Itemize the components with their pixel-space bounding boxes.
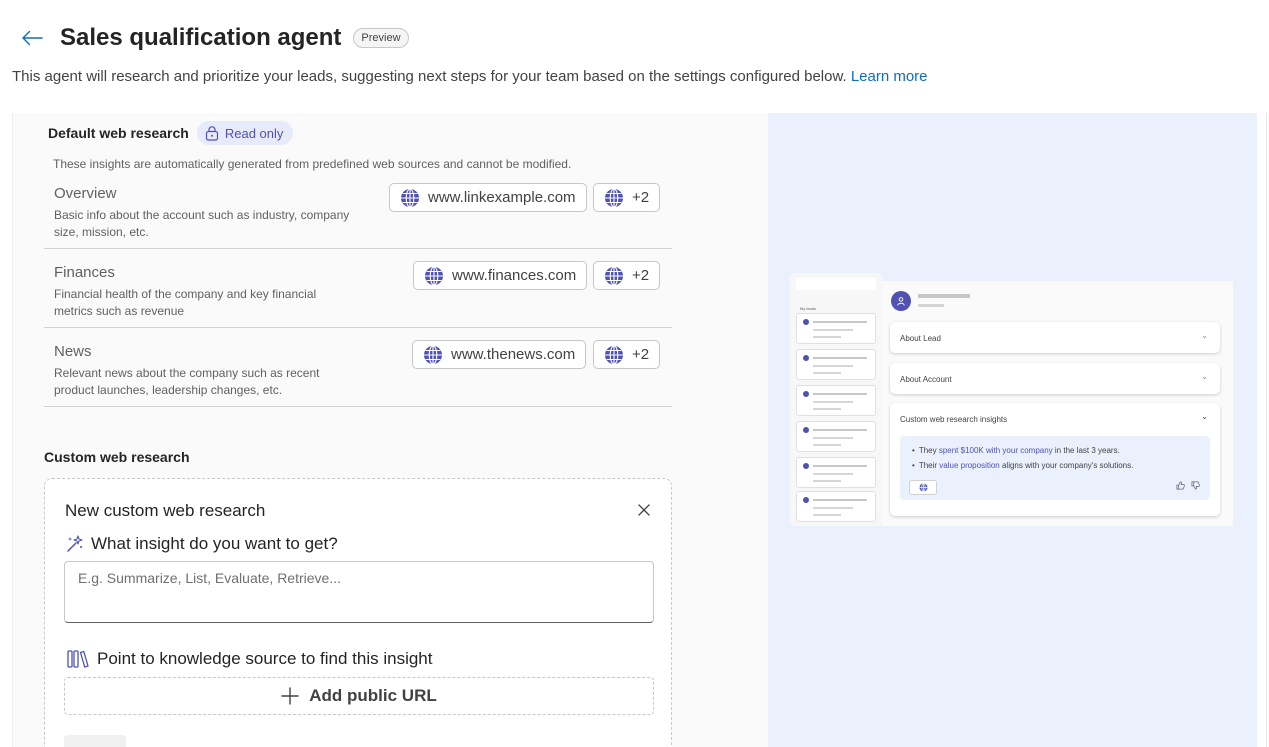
- close-button[interactable]: [635, 501, 653, 519]
- insight-bullet: Their value proposition aligns with your…: [912, 458, 1134, 473]
- read-only-badge: Read only: [196, 121, 294, 145]
- card-header: About Account: [900, 375, 952, 384]
- source-url-chip[interactable]: www.linkexample.com: [389, 183, 587, 212]
- lead-preview-illustration: My leads About Lead ⌄ About Account ⌄ Cu…: [790, 273, 1233, 526]
- preview-name-line: [918, 294, 970, 298]
- row-name: Finances: [54, 264, 115, 281]
- default-research-header: Default web research Read only: [48, 121, 294, 145]
- learn-more-link[interactable]: Learn more: [851, 68, 928, 85]
- preview-lead-item: [796, 491, 876, 522]
- avatar: [891, 291, 911, 311]
- add-url-label: Add public URL: [309, 686, 437, 705]
- row-info: Relevant news about the company such as …: [54, 366, 320, 397]
- globe-icon: [604, 344, 624, 365]
- card-title: New custom web research: [65, 501, 266, 520]
- description-text: This agent will research and prioritize …: [12, 68, 847, 85]
- url-label: www.finances.com: [452, 267, 577, 284]
- sparkle-icon: [65, 534, 85, 554]
- preview-lead-item: [796, 457, 876, 488]
- row-info: Basic info about the account such as ind…: [54, 208, 350, 239]
- globe-icon: [604, 265, 624, 286]
- arrow-left-icon: [22, 30, 43, 46]
- page-title: Sales qualification agent: [60, 24, 342, 51]
- library-icon: [67, 649, 89, 669]
- insight-box: They spent $100K with your company in th…: [900, 436, 1210, 500]
- lock-icon: [205, 125, 219, 141]
- default-research-title: Default web research: [48, 125, 189, 141]
- pane-divider: [1266, 113, 1267, 747]
- custom-research-card: New custom web research What insight do …: [44, 478, 672, 747]
- row-info: Financial health of the company and key …: [54, 287, 317, 318]
- more-count: +2: [632, 189, 650, 206]
- back-button[interactable]: [20, 26, 44, 50]
- chevron-down-icon: ⌄: [1201, 372, 1208, 381]
- question-text: What insight do you want to get?: [91, 534, 338, 553]
- add-public-url-button[interactable]: Add public URL: [64, 677, 654, 715]
- globe-icon: [604, 187, 624, 208]
- preview-subline: [918, 304, 944, 307]
- chevron-down-icon: ⌄: [1201, 412, 1208, 421]
- preview-card-about-account: About Account ⌄: [890, 363, 1220, 394]
- globe-icon: [424, 265, 444, 286]
- preview-sidebar-label: My leads: [800, 306, 817, 311]
- preview-detail: About Lead ⌄ About Account ⌄ Custom web …: [882, 281, 1233, 526]
- preview-lead-item: [796, 421, 876, 452]
- preview-sidebar: My leads: [790, 273, 882, 526]
- more-count: +2: [632, 346, 650, 363]
- source-url-chip[interactable]: www.finances.com: [413, 261, 588, 290]
- preview-card-insights: Custom web research insights ⌄ They spen…: [890, 403, 1220, 516]
- preview-lead-item: [796, 385, 876, 416]
- insight-bullet: They spent $100K with your company in th…: [912, 443, 1133, 458]
- preview-card-about-lead: About Lead ⌄: [890, 322, 1220, 353]
- row-name: Overview: [54, 185, 117, 202]
- row-name: News: [54, 343, 92, 360]
- insight-question: What insight do you want to get?: [65, 534, 338, 554]
- globe-icon: [909, 480, 937, 495]
- url-label: www.thenews.com: [451, 346, 576, 363]
- page-header: Sales qualification agent Preview: [20, 22, 409, 54]
- feedback-icons: [1176, 481, 1200, 492]
- more-sources-chip[interactable]: +2: [593, 183, 661, 212]
- source-url-chip[interactable]: www.thenews.com: [412, 340, 587, 369]
- preview-lead-item: [796, 313, 876, 344]
- thumbs-down-icon: [1191, 481, 1200, 490]
- knowledge-source-label: Point to knowledge source to find this i…: [67, 649, 432, 669]
- knowledge-source-text: Point to knowledge source to find this i…: [97, 649, 433, 668]
- globe-icon: [400, 187, 420, 208]
- default-research-description: These insights are automatically generat…: [53, 157, 572, 171]
- more-sources-chip[interactable]: +2: [593, 340, 661, 369]
- insight-input[interactable]: [64, 561, 654, 623]
- chevron-down-icon: ⌄: [1201, 331, 1208, 340]
- preview-badge: Preview: [353, 28, 409, 48]
- save-button[interactable]: [64, 735, 126, 747]
- more-count: +2: [632, 267, 650, 284]
- preview-lead-item: [796, 349, 876, 380]
- card-header: About Lead: [900, 334, 941, 343]
- globe-icon: [423, 344, 443, 365]
- more-sources-chip[interactable]: +2: [593, 261, 661, 290]
- card-header: Custom web research insights: [900, 415, 1008, 424]
- person-icon: [897, 296, 905, 306]
- custom-research-title: Custom web research: [44, 449, 190, 465]
- close-icon: [638, 504, 650, 516]
- url-label: www.linkexample.com: [428, 189, 576, 206]
- read-only-label: Read only: [224, 125, 284, 141]
- plus-icon: [281, 687, 299, 705]
- page-description: This agent will research and prioritize …: [12, 68, 928, 85]
- insight-list: They spent $100K with your company in th…: [912, 443, 1134, 473]
- preview-search-box: [796, 278, 876, 290]
- thumbs-up-icon: [1177, 481, 1186, 490]
